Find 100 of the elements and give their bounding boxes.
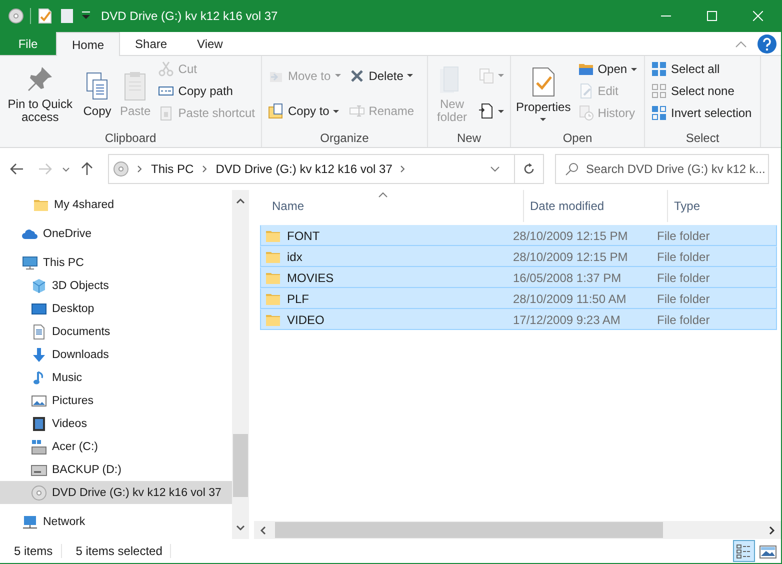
disc-icon[interactable] xyxy=(8,8,24,24)
ribbon-button[interactable]: Copy to xyxy=(265,100,344,122)
scroll-up-icon[interactable] xyxy=(236,198,245,204)
scissors-icon xyxy=(158,61,174,77)
ribbon-button[interactable]: Select all xyxy=(648,58,755,80)
group-label: Organize xyxy=(319,131,370,147)
sort-caret-icon xyxy=(378,192,388,198)
chevron-icon[interactable] xyxy=(400,165,406,173)
sidebar-item[interactable]: Network xyxy=(0,510,232,533)
ribbon-button[interactable]: Delete xyxy=(346,64,418,87)
file-name: MOVIES xyxy=(287,270,334,284)
dropdown-icon[interactable] xyxy=(81,11,91,21)
ribbon-button[interactable]: Select none xyxy=(648,80,755,102)
window-title: DVD Drive (G:) kv k12 k16 vol 37 xyxy=(101,9,278,23)
sidebar-item[interactable]: DVD Drive (G:) kv k12 k16 vol 37 xyxy=(0,481,232,504)
ribbon-button[interactable]: Properties xyxy=(514,64,573,123)
scrollbar-thumb[interactable] xyxy=(275,522,663,538)
sidebar-item[interactable]: Music xyxy=(0,366,232,389)
properties-icon[interactable] xyxy=(37,8,53,24)
ribbon-tab[interactable]: View xyxy=(182,32,238,55)
group-label: Clipboard xyxy=(104,131,158,147)
refresh-icon[interactable] xyxy=(523,163,535,175)
type-cell: File folder xyxy=(657,292,710,306)
column-header[interactable]: Type xyxy=(668,190,778,222)
sidebar-item[interactable]: Acer (C:) xyxy=(0,435,232,458)
up-icon[interactable] xyxy=(81,162,93,176)
sidebar-item[interactable]: Pictures xyxy=(0,389,232,412)
recent-dropdown-icon[interactable] xyxy=(62,166,70,172)
help-icon[interactable] xyxy=(757,34,777,54)
address-bar[interactable]: This PC DVD Drive (G:) kv k12 k16 vol 37 xyxy=(108,154,515,184)
date-cell-text: 16/05/2008 1:37 PM xyxy=(513,270,622,284)
status-text: 5 items selected xyxy=(62,544,172,558)
horizontal-scrollbar[interactable] xyxy=(254,521,781,539)
file-row[interactable]: PLF 28/10/2009 11:50 AM File folder xyxy=(260,288,777,309)
invert-selection-icon xyxy=(651,105,667,121)
date-cell-text: 28/10/2009 12:15 PM xyxy=(513,228,629,242)
drive-icon xyxy=(31,438,47,454)
breadcrumb[interactable]: This PC xyxy=(151,162,194,176)
scrollbar-thumb[interactable] xyxy=(233,434,248,497)
sidebar-item[interactable]: Desktop xyxy=(0,297,232,320)
view-button[interactable] xyxy=(733,540,755,562)
sidebar-item[interactable]: My 4shared xyxy=(0,193,232,216)
date-cell-text: 17/12/2009 9:23 AM xyxy=(513,312,622,326)
scroll-right-icon[interactable] xyxy=(769,526,775,534)
film-icon xyxy=(31,416,47,432)
file-row[interactable]: FONT 28/10/2009 12:15 PM File folder xyxy=(260,225,777,246)
ribbon-button[interactable]: Open xyxy=(574,58,640,80)
sidebar-item[interactable]: 3D Objects xyxy=(0,274,232,297)
ribbon-button[interactable]: Invert selection xyxy=(648,102,755,124)
file-name: PLF xyxy=(287,292,310,306)
cube-icon xyxy=(31,278,47,294)
edit-icon xyxy=(578,83,594,99)
desktop-icon xyxy=(31,300,47,316)
delete-icon xyxy=(348,68,365,84)
monitor-icon xyxy=(22,254,38,270)
sidebar-item[interactable]: Documents xyxy=(0,320,232,343)
file-row[interactable]: VIDEO 17/12/2009 9:23 AM File folder xyxy=(260,309,777,330)
ribbon-button[interactable]: Copy xyxy=(79,68,116,120)
sidebar-item[interactable]: Downloads xyxy=(0,343,232,366)
file-name: idx xyxy=(287,250,302,264)
disc-icon xyxy=(31,484,47,500)
ribbon-button[interactable]: Copy path xyxy=(155,80,258,102)
search-icon xyxy=(565,162,579,176)
sidebar-item[interactable]: OneDrive xyxy=(0,222,232,245)
sidebar-item[interactable]: Videos xyxy=(0,412,232,435)
file-name: VIDEO xyxy=(287,312,324,326)
scroll-down-icon[interactable] xyxy=(236,525,245,531)
breadcrumb[interactable]: DVD Drive (G:) kv k12 k16 vol 37 xyxy=(216,162,392,176)
ribbon-button[interactable]: Pin to Quick access xyxy=(3,61,78,126)
collapse-icon[interactable] xyxy=(735,40,747,48)
date-cell-text: 28/10/2009 11:50 AM xyxy=(513,292,628,306)
maximize-icon[interactable] xyxy=(707,11,717,21)
file-tab[interactable]: File xyxy=(0,32,56,55)
sidebar-item[interactable]: BACKUP (D:) xyxy=(0,458,232,481)
search-field[interactable]: Search DVD Drive (G:) kv k12 k... xyxy=(555,154,769,184)
column-header[interactable]: Name xyxy=(266,190,524,222)
type-cell: File folder xyxy=(657,312,710,326)
column-header[interactable]: Date modified xyxy=(524,190,668,222)
rename-icon xyxy=(348,103,365,120)
ribbon-tab[interactable]: Share xyxy=(120,32,182,55)
folder-copy-icon xyxy=(268,103,284,120)
document-icon[interactable] xyxy=(59,8,75,24)
file-row[interactable]: idx 28/10/2009 12:15 PM File folder xyxy=(260,246,777,267)
type-cell: File folder xyxy=(657,228,710,242)
close-icon[interactable] xyxy=(753,11,763,21)
ribbon-tab[interactable]: Home xyxy=(56,32,120,56)
folder-open-icon xyxy=(578,61,594,77)
chevron-icon[interactable] xyxy=(137,165,143,173)
chevron-icon[interactable] xyxy=(202,165,208,173)
disc-icon xyxy=(113,161,129,177)
group-label: Open xyxy=(562,131,594,147)
large-icons-view-icon xyxy=(759,542,777,560)
scroll-left-icon[interactable] xyxy=(260,526,266,534)
back-icon[interactable] xyxy=(10,163,24,175)
clipboard-icon xyxy=(158,105,174,121)
file-row[interactable]: MOVIES 16/05/2008 1:37 PM File folder xyxy=(260,267,777,288)
refresh-button[interactable] xyxy=(514,154,544,184)
details-view-icon xyxy=(735,542,753,560)
vertical-scrollbar[interactable] xyxy=(232,190,249,539)
sidebar-item[interactable]: This PC xyxy=(0,251,232,274)
